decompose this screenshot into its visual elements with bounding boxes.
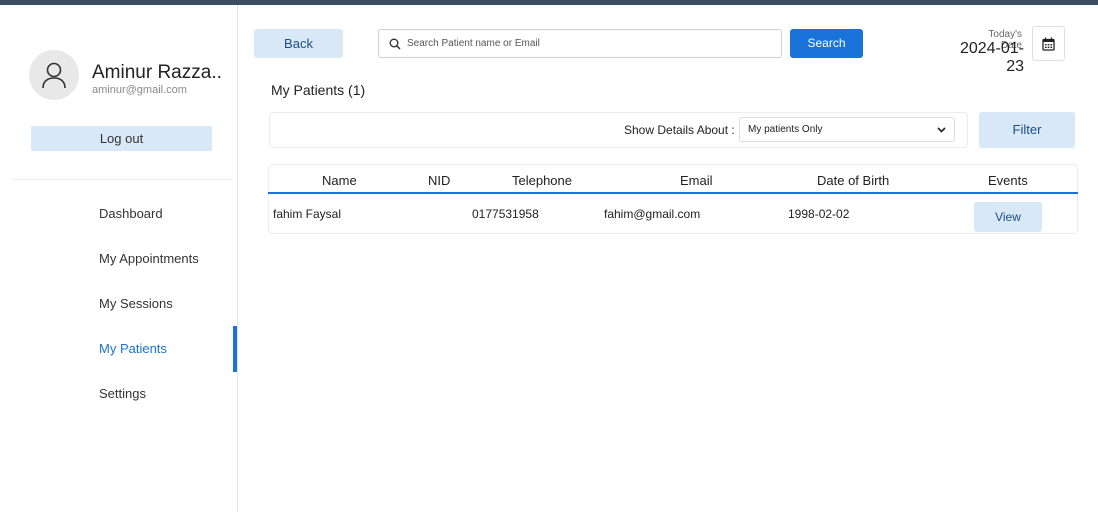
page-title: My Patients (1) xyxy=(271,82,366,98)
column-header-date-of-birth: Date of Birth xyxy=(817,173,890,188)
user-name: Aminur Razza.. xyxy=(92,62,222,83)
avatar[interactable] xyxy=(29,50,79,100)
search-icon xyxy=(389,38,401,50)
column-header-email: Email xyxy=(680,173,713,188)
filter-select[interactable]: My patients Only xyxy=(739,117,955,142)
cell-date-of-birth: 1998-02-02 xyxy=(788,207,850,221)
search-button[interactable]: Search xyxy=(790,29,863,58)
table-header-divider xyxy=(268,192,1078,194)
search-box xyxy=(378,29,782,58)
view-button[interactable]: View xyxy=(974,202,1042,232)
calendar-icon xyxy=(1042,37,1055,51)
patients-table xyxy=(268,164,1078,234)
column-header-telephone: Telephone xyxy=(512,173,572,188)
column-header-nid: NID xyxy=(428,173,451,188)
chevron-down-icon xyxy=(937,126,946,133)
filter-label: Show Details About : xyxy=(624,123,735,137)
sidebar-item-my-patients[interactable]: My Patients xyxy=(99,341,167,356)
calendar-button[interactable] xyxy=(1032,26,1065,61)
cell-email: fahim@gmail.com xyxy=(604,207,701,221)
back-button[interactable]: Back xyxy=(254,29,343,58)
sidebar-item-dashboard[interactable]: Dashboard xyxy=(99,206,163,221)
user-icon xyxy=(42,62,66,89)
sidebar-item-my-sessions[interactable]: My Sessions xyxy=(99,296,173,311)
sidebar-item-settings[interactable]: Settings xyxy=(99,386,146,401)
filter-button[interactable]: Filter xyxy=(979,112,1075,148)
cell-name: fahim Faysal xyxy=(273,207,342,221)
logout-button[interactable]: Log out xyxy=(31,126,212,151)
column-header-events: Events xyxy=(988,173,1028,188)
column-header-name: Name xyxy=(322,173,357,188)
date-value: 2024-01-23 xyxy=(959,40,1024,75)
filter-select-value: My patients Only xyxy=(748,124,823,135)
active-indicator xyxy=(233,326,237,372)
sidebar-item-my-appointments[interactable]: My Appointments xyxy=(99,251,199,266)
search-input[interactable] xyxy=(407,38,767,49)
user-email: aminur@gmail.com xyxy=(92,84,187,96)
cell-telephone: 0177531958 xyxy=(472,207,539,221)
sidebar-divider xyxy=(12,179,232,180)
